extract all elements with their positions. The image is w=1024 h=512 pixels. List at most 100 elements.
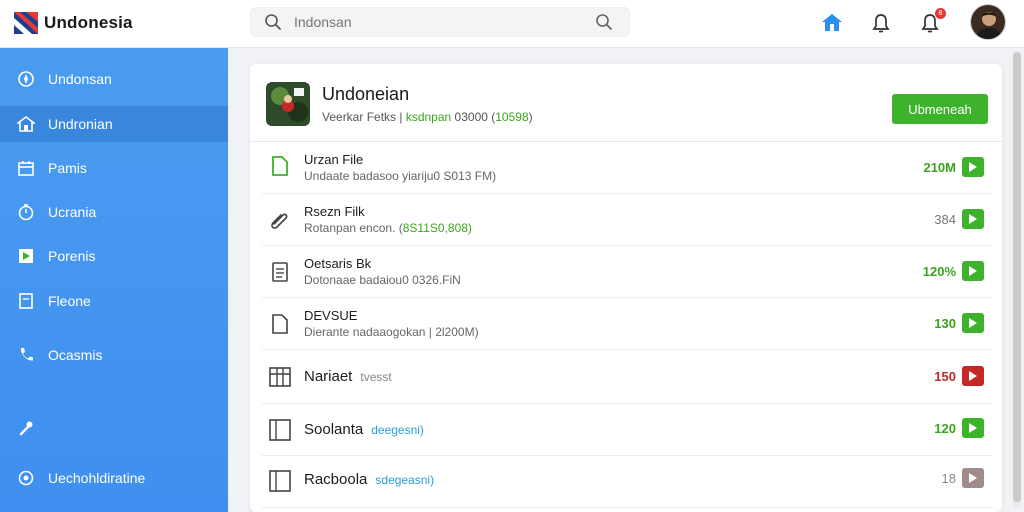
phone-icon	[16, 345, 36, 365]
row-open-button[interactable]	[962, 209, 984, 229]
page-icon	[268, 312, 292, 336]
play-arrow-icon	[969, 266, 977, 276]
app-subtitle-mid: 03000 (	[454, 110, 496, 124]
row-title: Oetsaris Bk	[304, 256, 372, 271]
notification-badge: 8	[935, 8, 946, 19]
user-avatar-icon	[971, 5, 1005, 39]
row-open-button[interactable]	[962, 468, 984, 488]
list-item[interactable]: DEVSUE Dierante nadaaogokan | 2l200M) 13…	[262, 298, 992, 350]
row-subtitle: Rotanpan encon. (8S11S0,808)	[304, 221, 472, 235]
sidebar-item-porenis[interactable]: Porenis	[0, 238, 228, 274]
home-icon	[16, 114, 36, 134]
brand[interactable]: Undonesia	[14, 10, 133, 36]
play-arrow-icon	[969, 318, 977, 328]
search-icon	[265, 14, 281, 30]
panel-icon	[268, 469, 292, 493]
list-item[interactable]: Nariaet tvesst 150	[262, 350, 992, 404]
row-title-text: Soolanta	[304, 421, 364, 438]
play-arrow-icon	[969, 473, 977, 483]
row-subtitle-text: Rotanpan encon. (	[304, 221, 403, 235]
app-subtitle-highlight-2: 10598	[495, 110, 529, 124]
app-subtitle-highlight: ksdnpan	[405, 110, 452, 124]
row-value: 18	[941, 471, 956, 486]
brand-name: Undonesia	[44, 13, 133, 32]
row-title: Rsezn Filk	[304, 204, 365, 219]
wrench-icon	[16, 418, 36, 438]
bell-icon	[872, 14, 890, 33]
sidebar-item-ocasmis[interactable]: Ocasmis	[0, 337, 228, 373]
sidebar-item-ucrania[interactable]: Ucrania	[0, 194, 228, 230]
sidebar-item-label: Porenis	[48, 248, 96, 264]
top-bar: Undonesia 8	[0, 0, 1024, 48]
paperclip-icon	[268, 207, 292, 231]
list-item[interactable]: Racboola sdegeasni) 18	[262, 456, 992, 508]
row-open-button[interactable]	[962, 261, 984, 281]
search-submit-icon[interactable]	[595, 13, 613, 31]
row-value: 120	[934, 421, 956, 436]
list-item[interactable]: Urzan File Undaate badasoo yiariju0 S013…	[262, 142, 992, 194]
app-thumbnail[interactable]	[266, 82, 310, 126]
row-title: DEVSUE	[304, 308, 358, 323]
home-nav-button[interactable]	[819, 10, 845, 36]
sidebar-item-label: Ucrania	[48, 204, 97, 220]
scrollbar-thumb[interactable]	[1013, 52, 1021, 502]
sidebar-item-undonsan[interactable]: Undonsan	[0, 61, 228, 97]
play-arrow-icon	[969, 423, 977, 433]
bell-button[interactable]	[868, 10, 894, 36]
row-value: 384	[934, 212, 956, 227]
app-detail-card: Undoneian Veerkar Fetks | ksdnpan 03000 …	[250, 64, 1002, 512]
calendar-icon	[16, 158, 36, 178]
search-bar[interactable]	[250, 7, 630, 37]
sidebar-item-pamis[interactable]: Pamis	[0, 150, 228, 186]
row-title-text: Nariaet	[304, 368, 353, 385]
compass-icon	[16, 69, 36, 89]
row-subtitle: Dotonaae badaiou0 0326.FiN	[304, 273, 461, 287]
row-title: Urzan File	[304, 152, 364, 167]
row-title: Nariaet tvesst	[304, 368, 392, 385]
sidebar-item-tools[interactable]	[0, 410, 228, 446]
row-open-button[interactable]	[962, 313, 984, 333]
notifications-button[interactable]: 8	[917, 8, 946, 36]
sidebar: Undonsan Undronian Pamis Ucrania Porenis…	[0, 48, 228, 512]
list-item[interactable]: Oetsaris Bk Dotonaae badaiou0 0326.FiN 1…	[262, 246, 992, 298]
panel-icon	[268, 418, 292, 442]
app-subtitle-end: )	[528, 110, 533, 124]
list-item[interactable]: Soolanta deegesni) 120	[262, 404, 992, 456]
install-button[interactable]: Ubmeneah	[892, 94, 988, 124]
row-subtitle-highlight: 8S11S0,808)	[402, 221, 472, 235]
row-open-button[interactable]	[962, 366, 984, 386]
row-inline-subtitle: tvesst	[360, 370, 392, 384]
row-title: Soolanta deegesni)	[304, 421, 424, 438]
row-value: 210M	[923, 160, 956, 175]
gear-icon	[16, 468, 36, 488]
play-arrow-icon	[969, 214, 977, 224]
sidebar-item-label: Undronian	[48, 116, 113, 132]
sidebar-item-label: Ocasmis	[48, 347, 103, 363]
row-open-button[interactable]	[962, 157, 984, 177]
row-title: Racboola sdegeasni)	[304, 471, 434, 488]
brand-logo-icon	[14, 12, 38, 34]
search-input[interactable]	[294, 14, 574, 30]
scrollbar[interactable]	[1013, 52, 1021, 508]
app-title: Undoneian	[322, 84, 410, 104]
list-item[interactable]: Rsezn Filk Rotanpan encon. (8S11S0,808) …	[262, 194, 992, 246]
row-inline-subtitle: sdegeasni)	[375, 473, 435, 487]
row-subtitle: Dierante nadaaogokan | 2l200M)	[304, 325, 479, 339]
row-subtitle: Undaate badasoo yiariju0 S013 FM)	[304, 169, 497, 183]
sidebar-item-label: Fleone	[48, 293, 91, 309]
play-arrow-icon	[969, 371, 977, 381]
sidebar-item-settings[interactable]: Uechohldiratine	[0, 460, 228, 496]
row-inline-subtitle: deegesni)	[371, 423, 424, 437]
clock-icon	[16, 202, 36, 222]
row-title-text: Racboola	[304, 471, 368, 488]
row-open-button[interactable]	[962, 418, 984, 438]
app-subtitle-prefix: Veerkar Fetks |	[322, 110, 403, 124]
sidebar-item-label: Pamis	[48, 160, 87, 176]
sidebar-item-label: Undonsan	[48, 71, 112, 87]
play-icon	[16, 246, 36, 266]
home-icon	[822, 14, 842, 31]
avatar[interactable]	[970, 4, 1006, 40]
app-header: Undoneian Veerkar Fetks | ksdnpan 03000 …	[250, 64, 1002, 142]
sidebar-item-fleone[interactable]: Fleone	[0, 283, 228, 319]
sidebar-item-undronian[interactable]: Undronian	[0, 106, 228, 142]
